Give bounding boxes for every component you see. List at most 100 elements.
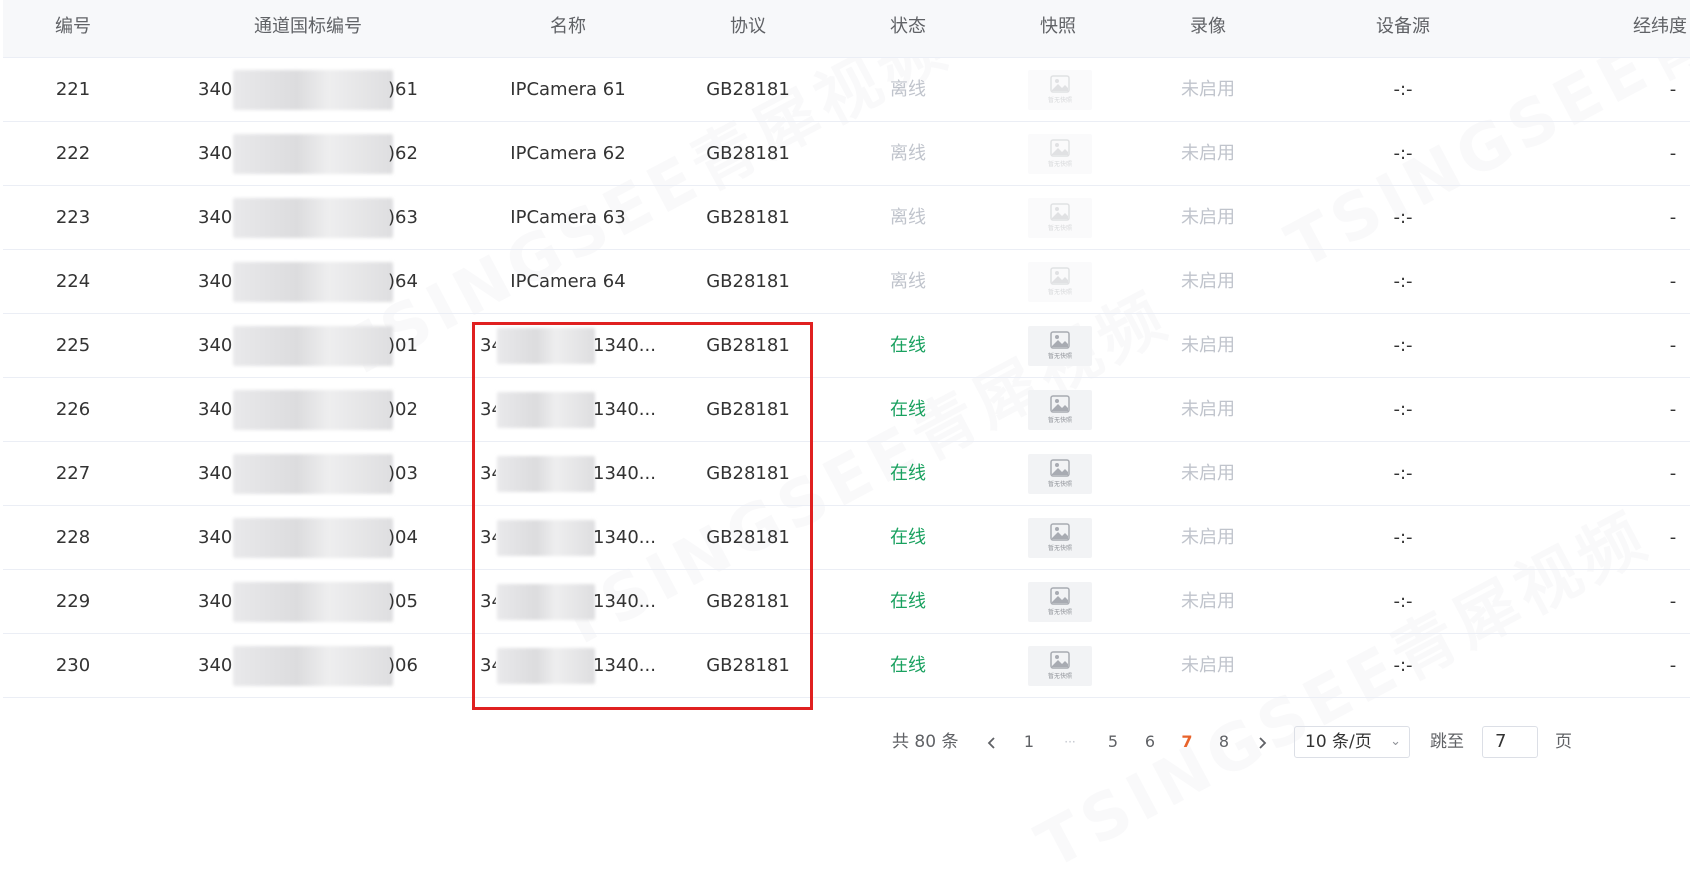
cell-gb-prefix: 340 — [198, 79, 233, 100]
table-row[interactable]: 222 340)62 IPCamera 62 GB28181 离线 暂无快照 未启用 -:- - — [3, 122, 1690, 186]
cell-status: 在线 — [890, 399, 926, 420]
table-row[interactable]: 221 340)61 IPCamera 61 GB28181 离线 暂无快照 未启用 -:- - — [3, 58, 1690, 122]
cell-id: 230 — [55, 655, 91, 676]
pagination-total: 共 80 条 — [892, 732, 959, 752]
pagination-page-6[interactable]: 6 — [1138, 725, 1162, 759]
cell-record: 未启用 — [1181, 399, 1235, 420]
jump-page-input[interactable]: 7 — [1482, 726, 1538, 758]
cell-latlng: - — [1669, 463, 1677, 484]
snapshot-caption: 暂无快照 — [1047, 545, 1072, 552]
cell-gb-prefix: 340 — [198, 655, 233, 676]
snapshot-thumbnail[interactable]: 暂无快照 — [1028, 454, 1092, 494]
cell-latlng: - — [1669, 591, 1677, 612]
snapshot-thumbnail[interactable]: 暂无快照 — [1028, 326, 1092, 366]
snapshot-thumbnail[interactable]: 暂无快照 — [1028, 70, 1092, 110]
cell-gb-prefix: 340 — [198, 271, 233, 292]
cell-gb-suffix: )06 — [388, 655, 418, 676]
cell-gb-prefix: 340 — [198, 143, 233, 164]
cell-id: 228 — [55, 527, 91, 548]
cell-gb-suffix: )62 — [388, 143, 418, 164]
pagination-page-7[interactable]: 7 — [1175, 725, 1199, 759]
cell-source: -:- — [1393, 335, 1413, 356]
cell-id: 223 — [55, 207, 91, 228]
snapshot-thumbnail[interactable]: 暂无快照 — [1028, 646, 1092, 686]
chevron-right-icon — [1259, 736, 1267, 749]
cell-protocol: GB28181 — [706, 271, 790, 292]
cell-gb-prefix: 340 — [198, 399, 233, 420]
cell-latlng: - — [1669, 143, 1677, 164]
cell-latlng: - — [1669, 655, 1677, 676]
snapshot-thumbnail[interactable]: 暂无快照 — [1028, 134, 1092, 174]
pagination-page-5[interactable]: 5 — [1101, 725, 1125, 759]
cell-id: 226 — [55, 399, 91, 420]
redacted-blur — [233, 518, 393, 558]
cell-source: -:- — [1393, 591, 1413, 612]
page-size-value: 10 条/页 — [1305, 732, 1372, 752]
redacted-blur — [233, 326, 393, 366]
cell-source: -:- — [1393, 271, 1413, 292]
table-row[interactable]: 228340)04341340...GB28181在线暂无快照未启用-:-- — [3, 506, 1690, 570]
cell-source: -:- — [1393, 399, 1413, 420]
page-size-select[interactable]: 10 条/页 ⌄ — [1294, 726, 1410, 758]
snapshot-caption: 暂无快照 — [1047, 161, 1072, 168]
table-row[interactable]: 229340)05341340...GB28181在线暂无快照未启用-:-- — [3, 570, 1690, 634]
table-row[interactable]: 227340)03341340...GB28181在线暂无快照未启用-:-- — [3, 442, 1690, 506]
table-row[interactable]: 224 340)64 IPCamera 64 GB28181 离线 暂无快照 未启用 -:- - — [3, 250, 1690, 314]
column-header-record: 录像 — [1190, 16, 1226, 37]
table-row[interactable]: 230340)06341340...GB28181在线暂无快照未启用-:-- — [3, 634, 1690, 698]
column-header-snapshot: 快照 — [1040, 16, 1076, 37]
cell-id: 229 — [55, 591, 91, 612]
cell-gb-suffix: )64 — [388, 271, 418, 292]
cell-status: 在线 — [890, 591, 926, 612]
pagination-page-1[interactable]: 1 — [1017, 725, 1041, 759]
snapshot-thumbnail[interactable]: 暂无快照 — [1028, 390, 1092, 430]
cell-protocol: GB28181 — [706, 207, 790, 228]
cell-status: 离线 — [890, 79, 926, 100]
cell-name: IPCamera 63 — [510, 207, 626, 228]
column-header-id: 编号 — [55, 16, 91, 37]
pagination-page-8[interactable]: 8 — [1212, 725, 1236, 759]
snapshot-thumbnail[interactable]: 暂无快照 — [1028, 518, 1092, 558]
cell-record: 未启用 — [1181, 79, 1235, 100]
pagination-prev-button[interactable] — [980, 725, 1004, 759]
table-row[interactable]: 225340)01341340...GB28181在线暂无快照未启用-:-- — [3, 314, 1690, 378]
cell-source: -:- — [1393, 655, 1413, 676]
snapshot-thumbnail[interactable]: 暂无快照 — [1028, 198, 1092, 238]
snapshot-caption: 暂无快照 — [1047, 225, 1072, 232]
page-unit-label: 页 — [1555, 732, 1572, 752]
cell-gb-prefix: 340 — [198, 207, 233, 228]
pagination-next-button[interactable] — [1250, 725, 1274, 759]
snapshot-caption: 暂无快照 — [1047, 97, 1072, 104]
cell-name: IPCamera 62 — [510, 143, 626, 164]
chevron-down-icon: ⌄ — [1390, 734, 1401, 749]
cell-gb-prefix: 340 — [198, 463, 233, 484]
redacted-blur — [233, 454, 393, 494]
snapshot-thumbnail[interactable]: 暂无快照 — [1028, 582, 1092, 622]
redacted-blur — [233, 70, 393, 110]
cell-latlng: - — [1669, 399, 1677, 420]
snapshot-thumbnail[interactable]: 暂无快照 — [1028, 262, 1092, 302]
cell-record: 未启用 — [1181, 463, 1235, 484]
jump-label: 跳至 — [1430, 732, 1464, 752]
cell-latlng: - — [1669, 207, 1677, 228]
cell-gb-suffix: )04 — [388, 527, 418, 548]
cell-gb-suffix: )05 — [388, 591, 418, 612]
snapshot-caption: 暂无快照 — [1047, 481, 1072, 488]
column-header-status: 状态 — [890, 16, 926, 37]
redacted-blur — [233, 390, 393, 430]
table-row[interactable]: 223 340)63 IPCamera 63 GB28181 离线 暂无快照 未启用 -:- - — [3, 186, 1690, 250]
cell-status: 离线 — [890, 271, 926, 292]
table-row[interactable]: 226340)02341340...GB28181在线暂无快照未启用-:-- — [3, 378, 1690, 442]
chevron-left-icon — [987, 736, 995, 749]
cell-record: 未启用 — [1181, 207, 1235, 228]
cell-gb-suffix: )02 — [388, 399, 418, 420]
snapshot-caption: 暂无快照 — [1047, 417, 1072, 424]
column-header-name: 名称 — [550, 16, 586, 37]
pagination-ellipsis[interactable]: ··· — [1058, 725, 1082, 759]
cell-source: -:- — [1393, 207, 1413, 228]
cell-gb-prefix: 340 — [198, 335, 233, 356]
cell-source: -:- — [1393, 527, 1413, 548]
redacted-blur — [233, 646, 393, 686]
cell-latlng: - — [1669, 271, 1677, 292]
cell-id: 225 — [55, 335, 91, 356]
